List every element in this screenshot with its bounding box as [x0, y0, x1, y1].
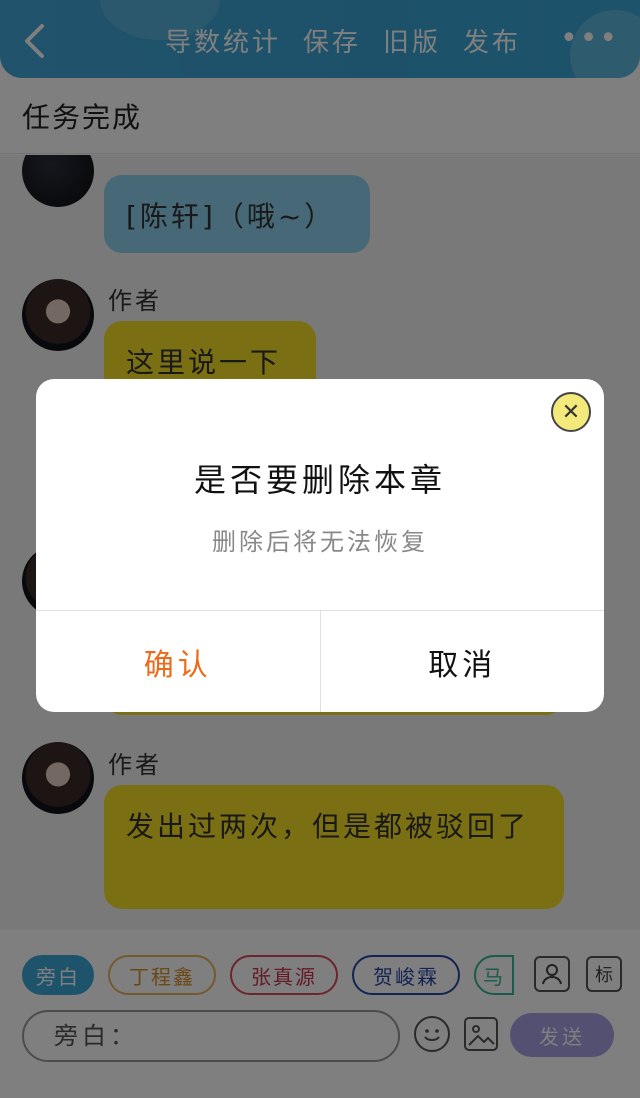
close-icon[interactable]: ✕ — [551, 392, 591, 432]
cancel-button[interactable]: 取消 — [321, 611, 605, 712]
dialog-title: 是否要删除本章 — [193, 461, 446, 499]
delete-dialog: ✕ 是否要删除本章 删除后将无法恢复 确认 取消 — [36, 379, 604, 712]
dialog-subtitle: 删除后将无法恢复 — [212, 528, 428, 556]
dialog-buttons: 确认 取消 — [36, 610, 604, 712]
confirm-button[interactable]: 确认 — [36, 611, 321, 712]
